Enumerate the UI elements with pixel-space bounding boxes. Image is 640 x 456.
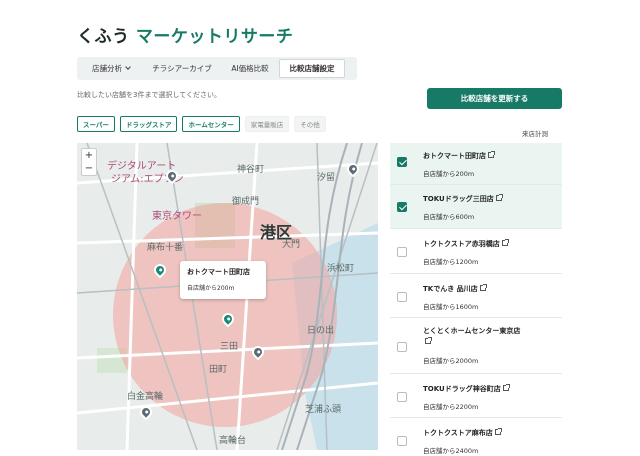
tab-label: AI価格比較: [231, 64, 269, 73]
store-popup: おトクマート田町店 自店舗から200m: [180, 261, 266, 299]
tab-label: チラシアーカイブ: [152, 64, 212, 73]
external-link-icon[interactable]: [501, 239, 509, 246]
app-title-part2: マーケットリサーチ: [135, 27, 294, 47]
store-name: トクトクストア麻布店: [423, 428, 558, 439]
store-row[interactable]: TKでんき 品川店 自店舗から1600m: [390, 274, 562, 318]
page-title: くふう マーケットリサーチ: [77, 22, 293, 47]
update-comparison-button[interactable]: 比較店舗を更新する: [427, 88, 562, 109]
map-label-hamamatsucho: 浜松町: [327, 264, 355, 274]
store-distance: 自店舗から1200m: [423, 258, 479, 266]
map-label-hinode: 日の出: [307, 326, 335, 336]
store-checkbox[interactable]: [397, 342, 407, 352]
store-name: おトクマート田町店: [423, 151, 558, 162]
store-checkbox[interactable]: [397, 247, 407, 257]
store-name: TKでんき 品川店: [423, 284, 558, 295]
store-distance: 自店舗から2200m: [423, 403, 479, 411]
map-label-onarimon: 御成門: [232, 197, 260, 207]
app-title-part1: くふう: [77, 27, 130, 47]
store-row[interactable]: TOKUドラッグ三田店 自店舗から600m: [390, 185, 562, 229]
map-label-shibaura: 芝浦ふ頭: [305, 405, 342, 415]
store-row[interactable]: とくとくホームセンター東京店 自店舗から2000m: [390, 318, 562, 374]
store-distance: 自店舗から600m: [423, 213, 475, 221]
store-checkbox[interactable]: [397, 202, 407, 212]
map-label-tokyo-tower: 東京タワー: [152, 211, 202, 222]
zoom-control: + −: [81, 148, 97, 176]
tab-ai-price-comparison[interactable]: AI価格比較: [221, 59, 279, 78]
tab-comparison-store-settings[interactable]: 比較店舗設定: [279, 59, 345, 78]
external-link-icon[interactable]: [495, 194, 503, 201]
list-header: 来店計測: [522, 130, 548, 138]
tab-label: 店舗分析: [92, 64, 122, 73]
external-link-icon[interactable]: [502, 384, 510, 391]
store-row[interactable]: おトクマート田町店 自店舗から200m: [390, 143, 562, 185]
store-checkbox[interactable]: [397, 157, 407, 167]
map-label-takanawadai: 高輪台: [219, 436, 247, 446]
store-checkbox[interactable]: [397, 436, 407, 446]
popup-distance: 自店舗から200m: [187, 285, 235, 292]
store-checkbox[interactable]: [397, 292, 407, 302]
map-label-tamachi: 田町: [209, 365, 228, 375]
tab-label: 比較店舗設定: [289, 64, 335, 73]
tab-store-analysis[interactable]: 店舗分析: [79, 59, 143, 78]
map-label-shiodome: 汐留: [317, 173, 336, 183]
store-name: TOKUドラッグ神谷町店: [423, 384, 558, 395]
external-link-icon[interactable]: [494, 428, 502, 435]
store-distance: 自店舗から2000m: [423, 357, 479, 365]
store-row[interactable]: トクトクストア赤羽橋店 自店舗から1200m: [390, 229, 562, 274]
store-checkbox[interactable]: [397, 392, 407, 402]
map-label-shirokane-takanawa: 白金高輪: [127, 392, 164, 402]
store-row[interactable]: TOKUドラッグ神谷町店 自店舗から2200m: [390, 374, 562, 418]
store-distance: 自店舗から1600m: [423, 303, 479, 311]
tab-bar: 店舗分析 チラシアーカイブ AI価格比較 比較店舗設定: [77, 57, 357, 80]
chevron-down-icon: [125, 64, 131, 70]
tab-flyer-archive[interactable]: チラシアーカイブ: [143, 59, 221, 78]
category-filters: スーパー ドラッグストア ホームセンター 家電量販店 その他: [77, 116, 326, 132]
store-name: とくとくホームセンター東京店: [423, 326, 523, 348]
map-label-daimon: 大門: [282, 240, 301, 250]
filter-chip-supermarket[interactable]: スーパー: [77, 116, 115, 132]
external-link-icon[interactable]: [425, 337, 432, 344]
popup-store-name: おトクマート田町店: [187, 268, 250, 276]
map-label-mita: 三田: [220, 342, 239, 352]
map-label-azabu-juban: 麻布十番: [147, 243, 184, 253]
store-name: TOKUドラッグ三田店: [423, 194, 558, 205]
external-link-icon[interactable]: [479, 284, 487, 291]
map-label-kamiyacho: 神谷町: [237, 165, 265, 175]
zoom-out-button[interactable]: −: [85, 163, 93, 174]
filter-chip-drugstore[interactable]: ドラッグストア: [119, 116, 178, 132]
store-list: おトクマート田町店 自店舗から200m TOKUドラッグ三田店 自店舗から600…: [390, 143, 562, 455]
store-distance: 自店舗から200m: [423, 170, 475, 178]
store-map[interactable]: + − デジタルアート ジアム:エプソン 神谷町 汐留 御成門 東京タワー 港区…: [77, 143, 378, 450]
filter-chip-other[interactable]: その他: [294, 116, 326, 132]
instruction-text: 比較したい店舗を3件まで選択してください。: [77, 91, 222, 99]
store-row[interactable]: トクトクストア麻布店 自店舗から2400m: [390, 418, 562, 455]
store-distance: 自店舗から2400m: [423, 447, 479, 455]
store-name: トクトクストア赤羽橋店: [423, 239, 558, 250]
filter-chip-home-center[interactable]: ホームセンター: [182, 116, 240, 132]
external-link-icon[interactable]: [488, 151, 495, 158]
zoom-in-button[interactable]: +: [85, 150, 93, 161]
filter-chip-electronics[interactable]: 家電量販店: [244, 116, 290, 132]
